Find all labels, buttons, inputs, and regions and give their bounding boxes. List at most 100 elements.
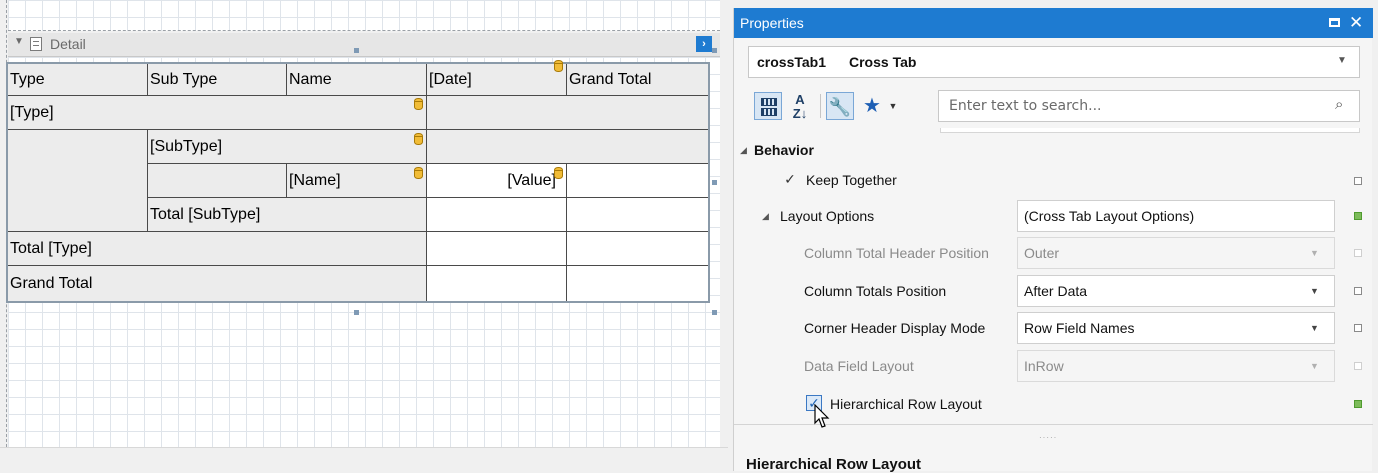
default-value-marker[interactable] <box>1354 249 1362 257</box>
search-input[interactable] <box>947 96 1327 116</box>
corner-header-cell[interactable]: Sub Type <box>148 64 287 96</box>
property-row-column-totals-position[interactable]: Column Totals Position After Data ▼ <box>734 274 1373 308</box>
page-header-band[interactable] <box>8 0 720 31</box>
column-total-header-position-dropdown[interactable]: Outer ▼ <box>1017 237 1335 269</box>
property-search-box[interactable]: ⌕ <box>938 90 1360 122</box>
component-selector[interactable]: crossTab1 Cross Tab ▼ <box>748 46 1360 78</box>
grand-total-cell[interactable] <box>567 266 708 301</box>
smart-tag-icon[interactable]: › <box>696 36 712 52</box>
category-behavior[interactable]: ◢ Behavior <box>734 140 1373 162</box>
properties-toolbar: AZ↓ 🔧 ★ ▼ ⌕ <box>748 88 1360 124</box>
layout-options-value[interactable]: (Cross Tab Layout Options) <box>1017 200 1335 232</box>
empty-cell[interactable] <box>427 96 708 130</box>
alphabetical-sort-icon[interactable]: A Z↓ <box>786 92 814 121</box>
row-header-cell[interactable]: [SubType] <box>148 130 427 164</box>
close-icon[interactable]: ✕ <box>1349 13 1363 33</box>
column-header-cell[interactable]: [Date] <box>427 64 567 96</box>
property-label: Column Total Header Position <box>804 245 989 261</box>
property-label: Corner Header Display Mode <box>804 320 986 336</box>
cell-text: [Name] <box>289 171 341 189</box>
default-value-marker[interactable] <box>1354 324 1362 332</box>
empty-cell[interactable] <box>427 130 708 164</box>
database-field-icon <box>554 167 563 179</box>
column-totals-position-dropdown[interactable]: After Data ▼ <box>1017 275 1335 307</box>
band-icon <box>30 37 42 51</box>
property-row-data-field-layout[interactable]: Data Field Layout InRow ▼ <box>734 349 1373 383</box>
cell-text: Sub Type <box>150 70 218 88</box>
cell-text: [Type] <box>10 103 54 121</box>
grand-total-header-cell[interactable]: Grand Total <box>567 64 708 96</box>
row-header-cell[interactable]: [Name] <box>287 164 427 198</box>
corner-header-cell[interactable]: Type <box>8 64 148 96</box>
property-label: Column Totals Position <box>804 283 947 299</box>
chevron-down-icon[interactable]: ▼ <box>1310 361 1319 371</box>
total-cell[interactable] <box>427 232 567 266</box>
collapse-triangle-icon[interactable]: ▼ <box>14 36 24 47</box>
row-header-empty-cell[interactable] <box>8 130 148 232</box>
cell-text: Name <box>289 70 332 88</box>
cell-text: Type <box>10 70 45 88</box>
corner-header-cell[interactable]: Name <box>287 64 427 96</box>
category-label: Behavior <box>754 142 814 158</box>
database-field-icon <box>554 60 563 72</box>
default-value-marker[interactable] <box>1354 362 1362 370</box>
modified-value-marker[interactable] <box>1354 400 1362 408</box>
property-row-layout-options[interactable]: ◢ Layout Options (Cross Tab Layout Optio… <box>734 199 1373 233</box>
wrench-icon[interactable]: 🔧 <box>826 92 854 120</box>
default-value-marker[interactable] <box>1354 287 1362 295</box>
data-cell[interactable]: [Value] <box>427 164 567 198</box>
detail-band-label: Detail <box>50 36 86 52</box>
grand-total-cell[interactable] <box>567 164 708 198</box>
chevron-down-icon[interactable]: ▼ <box>1337 55 1347 66</box>
cell-text: Total [Type] <box>10 239 92 257</box>
splitter-grip-icon[interactable]: ····· <box>1039 433 1057 442</box>
property-row-keep-together[interactable]: ✓ Keep Together <box>734 164 1373 196</box>
cell-text: [SubType] <box>150 137 223 155</box>
property-value: Outer <box>1024 245 1060 261</box>
corner-header-display-mode-dropdown[interactable]: Row Field Names ▼ <box>1017 312 1335 344</box>
chevron-down-icon[interactable]: ▼ <box>1310 286 1319 296</box>
grand-total-cell[interactable] <box>427 266 567 301</box>
data-field-layout-dropdown[interactable]: InRow ▼ <box>1017 350 1335 382</box>
expand-triangle-icon[interactable]: ◢ <box>762 211 769 222</box>
report-designer-surface[interactable]: ▼ Detail › Type Sub Type Name [Date] Gra… <box>0 0 728 471</box>
row-header-cell[interactable]: [Type] <box>8 96 427 130</box>
cell-text: Total [SubType] <box>150 205 261 223</box>
component-type: Cross Tab <box>849 54 917 70</box>
modified-value-marker[interactable] <box>1354 212 1362 220</box>
total-cell[interactable] <box>567 198 708 232</box>
default-value-marker[interactable] <box>1354 177 1362 185</box>
total-cell[interactable] <box>427 198 567 232</box>
detail-band-header[interactable]: ▼ Detail › <box>8 33 720 57</box>
cross-tab-control[interactable]: Type Sub Type Name [Date] Grand Total [T… <box>6 60 710 303</box>
row-header-empty-cell[interactable] <box>148 164 287 198</box>
selection-handle[interactable] <box>712 310 717 315</box>
selection-handle[interactable] <box>354 310 359 315</box>
selection-handle[interactable] <box>354 48 359 53</box>
properties-title-bar[interactable]: Properties ✕ <box>734 8 1373 38</box>
star-icon[interactable]: ★ <box>858 92 886 120</box>
chevron-down-icon[interactable]: ▼ <box>886 92 900 120</box>
selection-handle[interactable] <box>712 48 717 53</box>
checkbox-checked[interactable]: ✓ <box>782 172 798 188</box>
property-row-column-total-header-position[interactable]: Column Total Header Position Outer ▼ <box>734 236 1373 270</box>
categorized-icon[interactable] <box>754 92 782 120</box>
mouse-pointer-icon <box>814 404 830 428</box>
row-total-header-cell[interactable]: Total [Type] <box>8 232 427 266</box>
designer-bottom-strip <box>0 447 728 471</box>
description-title: Hierarchical Row Layout <box>746 456 922 473</box>
row-grand-total-header-cell[interactable]: Grand Total <box>8 266 427 301</box>
search-icon[interactable]: ⌕ <box>1335 96 1343 113</box>
total-cell[interactable] <box>567 232 708 266</box>
cell-text: Grand Total <box>10 274 93 292</box>
properties-title: Properties <box>740 15 804 31</box>
property-row-corner-header-display-mode[interactable]: Corner Header Display Mode Row Field Nam… <box>734 311 1373 345</box>
chevron-down-icon[interactable]: ▼ <box>1310 323 1319 333</box>
selection-handle[interactable] <box>712 180 717 185</box>
property-value: Row Field Names <box>1024 320 1135 336</box>
maximize-icon[interactable] <box>1329 18 1340 27</box>
row-total-header-cell[interactable]: Total [SubType] <box>148 198 427 232</box>
expand-triangle-icon[interactable]: ◢ <box>740 145 747 156</box>
property-value: After Data <box>1024 283 1088 299</box>
chevron-down-icon[interactable]: ▼ <box>1310 248 1319 258</box>
